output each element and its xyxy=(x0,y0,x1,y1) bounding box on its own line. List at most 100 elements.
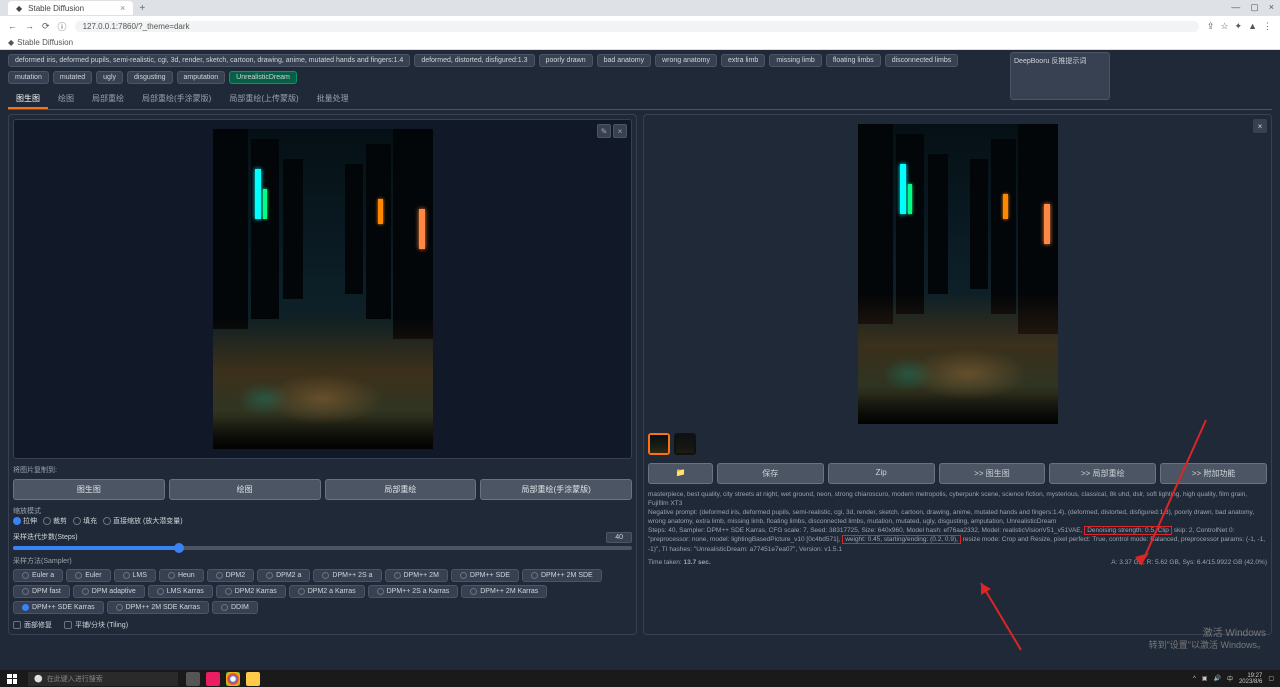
sub-tab[interactable]: 局部重绘(上传蒙版) xyxy=(221,90,306,109)
share-icon[interactable]: ⇪ xyxy=(1207,21,1215,32)
neg-chip[interactable]: floating limbs xyxy=(826,54,881,67)
tray-network-icon[interactable]: ▣ xyxy=(1202,675,1208,682)
neg-chip[interactable]: extra limb xyxy=(721,54,765,67)
output-action-button[interactable]: >> 图生图 xyxy=(939,463,1046,484)
extensions-icon[interactable]: ✦ xyxy=(1235,21,1243,32)
output-action-button[interactable]: >> 附加功能 xyxy=(1160,463,1267,484)
sampler-option[interactable]: DPM++ 2M xyxy=(385,569,448,582)
neg-chip[interactable]: UnrealisticDream xyxy=(229,71,297,84)
face-restore-checkbox[interactable]: 面部修复 xyxy=(13,620,52,630)
copy-action-button[interactable]: 局部重绘 xyxy=(325,479,477,500)
sampler-option[interactable]: DPM++ 2S a Karras xyxy=(368,585,459,598)
neg-chip[interactable]: bad anatomy xyxy=(597,54,651,67)
info-icon[interactable]: ⓘ xyxy=(58,20,67,33)
sub-tab[interactable]: 图生图 xyxy=(8,90,48,109)
sampler-option[interactable]: DPM++ SDE Karras xyxy=(13,601,104,614)
neg-chip[interactable]: deformed, distorted, disfigured:1.3 xyxy=(414,54,534,67)
tray-ime-icon[interactable]: 中 xyxy=(1227,674,1233,683)
scale-option[interactable]: 直接缩放 (放大潜变量) xyxy=(103,516,183,526)
output-image-preview[interactable] xyxy=(648,119,1267,429)
sampler-option[interactable]: DPM++ 2M SDE xyxy=(522,569,602,582)
neg-chip[interactable]: disgusting xyxy=(127,71,173,84)
neg-chip[interactable]: ugly xyxy=(96,71,123,84)
nav-reload-icon[interactable]: ⟳ xyxy=(42,21,50,32)
steps-slider[interactable] xyxy=(13,546,632,550)
sub-tab[interactable]: 批量处理 xyxy=(309,90,357,109)
time-taken-label: Time taken: xyxy=(648,559,682,566)
output-action-button[interactable]: Zip xyxy=(828,463,935,484)
sampler-option[interactable]: DPM fast xyxy=(13,585,70,598)
sub-tab[interactable]: 局部重绘(手涂蒙版) xyxy=(134,90,219,109)
neg-chip[interactable]: missing limb xyxy=(769,54,822,67)
edit-icon[interactable]: ✎ xyxy=(597,124,611,138)
tray-volume-icon[interactable]: 🔊 xyxy=(1213,675,1220,682)
chrome-icon[interactable] xyxy=(226,672,240,686)
sampler-option[interactable]: DPM++ 2S a xyxy=(313,569,381,582)
window-close-icon[interactable]: × xyxy=(1269,2,1274,13)
copy-action-button[interactable]: 绘图 xyxy=(169,479,321,500)
sampler-option[interactable]: DPM++ SDE xyxy=(451,569,519,582)
app-icon-1[interactable] xyxy=(206,672,220,686)
close-output-icon[interactable]: × xyxy=(1253,119,1267,133)
deepbooru-button[interactable]: DeepBooru 反推提示词 xyxy=(1010,52,1110,100)
neg-chip[interactable]: mutation xyxy=(8,71,49,84)
scale-option[interactable]: 拉伸 xyxy=(13,516,37,526)
neg-chip[interactable]: poorly drawn xyxy=(539,54,593,67)
window-minimize-icon[interactable]: — xyxy=(1231,2,1240,13)
thumbnail-2[interactable] xyxy=(674,433,696,455)
sampler-option[interactable]: DPM2 a xyxy=(257,569,310,582)
scale-option[interactable]: 填充 xyxy=(73,516,97,526)
highlight-denoising: Denoising strength: 0.5, Clip xyxy=(1084,526,1172,535)
tray-notifications-icon[interactable]: ▢ xyxy=(1268,675,1274,682)
sampler-option[interactable]: DPM adaptive xyxy=(73,585,145,598)
sampler-option[interactable]: LMS xyxy=(114,569,156,582)
neg-chip[interactable]: mutated xyxy=(53,71,92,84)
start-button[interactable] xyxy=(0,670,24,687)
input-image-preview[interactable]: ✎ × xyxy=(13,119,632,459)
tray-clock[interactable]: 19:27 2023/8/6 xyxy=(1239,673,1262,685)
steps-value[interactable]: 40 xyxy=(606,532,632,543)
thumbnail-1[interactable] xyxy=(648,433,670,455)
sub-tab[interactable]: 绘图 xyxy=(50,90,82,109)
copy-to-label: 将图片复制到: xyxy=(13,465,632,475)
tray-up-icon[interactable]: ^ xyxy=(1193,676,1196,682)
sampler-option[interactable]: Heun xyxy=(159,569,204,582)
copy-action-button[interactable]: 图生图 xyxy=(13,479,165,500)
sub-tab[interactable]: 局部重绘 xyxy=(84,90,132,109)
star-icon[interactable]: ☆ xyxy=(1220,21,1228,32)
output-action-button[interactable]: 保存 xyxy=(717,463,824,484)
browser-tab[interactable]: ◆ Stable Diffusion × xyxy=(8,1,133,15)
negative-prompt-text: (deformed iris, deformed pupils, semi-re… xyxy=(648,509,1254,525)
sampler-option[interactable]: DPM2 Karras xyxy=(216,585,286,598)
sampler-option[interactable]: DPM++ 2M SDE Karras xyxy=(107,601,209,614)
taskview-icon[interactable] xyxy=(186,672,200,686)
bookmark-item[interactable]: ◆ Stable Diffusion xyxy=(8,38,73,47)
window-maximize-icon[interactable]: ▢ xyxy=(1250,2,1259,13)
clear-icon[interactable]: × xyxy=(613,124,627,138)
url-input[interactable]: 127.0.0.1:7860/?_theme=dark xyxy=(75,21,1199,32)
scale-option[interactable]: 裁剪 xyxy=(43,516,67,526)
neg-chip[interactable]: amputation xyxy=(177,71,226,84)
sampler-option[interactable]: DPM2 xyxy=(207,569,254,582)
copy-action-button[interactable]: 局部重绘(手涂蒙版) xyxy=(480,479,632,500)
new-tab-button[interactable]: + xyxy=(139,3,145,14)
sampler-option[interactable]: Euler xyxy=(66,569,110,582)
sampler-option[interactable]: DDIM xyxy=(212,601,258,614)
sampler-option[interactable]: DPM++ 2M Karras xyxy=(461,585,547,598)
neg-chip[interactable]: wrong anatomy xyxy=(655,54,717,67)
taskbar-search[interactable]: ⚪ 在此键入进行搜索 xyxy=(28,672,178,686)
output-action-button[interactable]: 📁 xyxy=(648,463,713,484)
menu-icon[interactable]: ⋮ xyxy=(1263,21,1272,32)
profile-icon[interactable]: ▲ xyxy=(1248,21,1257,32)
tiling-checkbox[interactable]: 平铺/分块 (Tiling) xyxy=(64,620,128,630)
tab-close-icon[interactable]: × xyxy=(120,3,125,13)
sampler-option[interactable]: LMS Karras xyxy=(148,585,213,598)
output-action-button[interactable]: >> 局部重绘 xyxy=(1049,463,1156,484)
sampler-option[interactable]: DPM2 a Karras xyxy=(289,585,365,598)
explorer-icon[interactable] xyxy=(246,672,260,686)
sampler-option[interactable]: Euler a xyxy=(13,569,63,582)
neg-chip[interactable]: disconnected limbs xyxy=(885,54,959,67)
nav-back-icon[interactable]: ← xyxy=(8,21,17,32)
neg-chip[interactable]: deformed iris, deformed pupils, semi-rea… xyxy=(8,54,410,67)
nav-forward-icon[interactable]: → xyxy=(25,21,34,32)
